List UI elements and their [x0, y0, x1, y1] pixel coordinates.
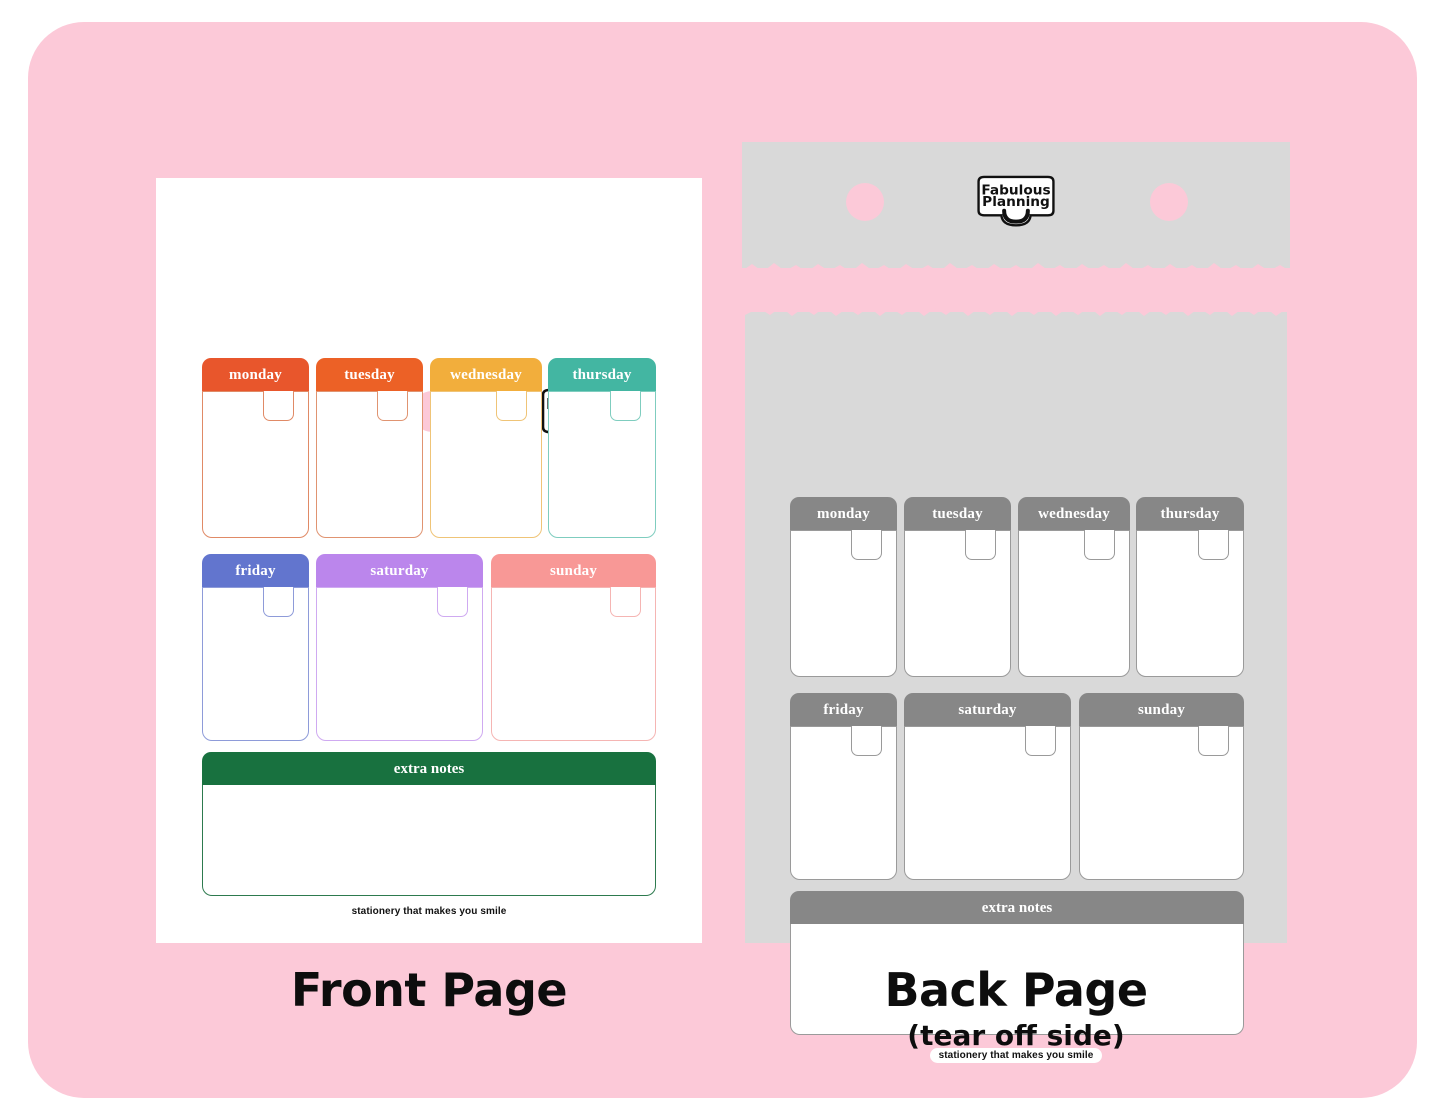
extra-notes-label: extra notes — [981, 899, 1053, 916]
day-card-thursday-back[interactable]: thursday — [1136, 497, 1244, 677]
day-card-notch — [851, 530, 882, 560]
day-card-header: saturday — [904, 693, 1071, 727]
day-card-body[interactable] — [316, 587, 483, 741]
front-page-sheet: Fabulous Planning monday tuesday wednesd… — [156, 178, 759, 943]
day-card-monday[interactable]: monday — [202, 358, 309, 538]
day-card-notch — [263, 587, 294, 617]
day-card-notch — [496, 391, 527, 421]
back-caption-subtext: (tear off side) — [907, 1019, 1125, 1052]
day-card-body[interactable] — [1018, 530, 1130, 677]
day-card-body[interactable] — [202, 587, 309, 741]
day-card-tuesday[interactable]: tuesday — [316, 358, 423, 538]
punch-hole-right — [1150, 183, 1188, 221]
day-card-body[interactable] — [202, 391, 309, 538]
day-card-notch — [377, 391, 408, 421]
day-card-header: thursday — [548, 358, 656, 392]
extra-notes-block[interactable]: extra notes — [202, 752, 656, 896]
day-card-body[interactable] — [1079, 726, 1244, 880]
back-page-sheet: Fabulous Planning monday tuesday wednesd… — [742, 142, 1290, 1063]
day-label: tuesday — [932, 505, 983, 522]
day-card-body[interactable] — [548, 391, 656, 538]
day-card-header: wednesday — [1018, 497, 1130, 531]
day-card-notch — [610, 391, 641, 421]
punch-hole-left — [846, 183, 884, 221]
day-card-notch — [1198, 530, 1229, 560]
day-card-notch — [1084, 530, 1115, 560]
day-label: monday — [817, 505, 870, 522]
front-tagline: stationery that makes you smile — [351, 906, 507, 917]
day-card-notch — [263, 391, 294, 421]
back-page-body: monday tuesday wednesday thursday friday… — [745, 296, 1287, 1063]
back-page-caption: Back Page (tear off side) — [742, 963, 1290, 1052]
day-card-body[interactable] — [790, 530, 897, 677]
day-card-wednesday-back[interactable]: wednesday — [1018, 497, 1130, 677]
back-caption-text: Back Page — [884, 963, 1148, 1017]
day-card-header: sunday — [491, 554, 656, 588]
day-card-header: tuesday — [316, 358, 423, 392]
day-card-tuesday-back[interactable]: tuesday — [904, 497, 1011, 677]
day-label: wednesday — [1038, 505, 1110, 522]
day-label: friday — [823, 701, 864, 718]
tear-edge-bottom — [745, 296, 1287, 320]
day-card-sunday[interactable]: sunday — [491, 554, 656, 741]
day-card-header: thursday — [1136, 497, 1244, 531]
day-card-header: monday — [202, 358, 309, 392]
day-card-notch — [610, 587, 641, 617]
day-label: sunday — [549, 562, 598, 579]
day-label: thursday — [572, 366, 632, 383]
day-card-notch — [851, 726, 882, 756]
day-card-saturday-back[interactable]: saturday — [904, 693, 1071, 880]
day-card-notch — [437, 587, 468, 617]
day-label: saturday — [370, 562, 429, 579]
tear-edge-top — [742, 260, 1290, 282]
day-label: sunday — [1137, 701, 1186, 718]
day-card-body[interactable] — [316, 391, 423, 538]
day-card-body[interactable] — [904, 726, 1071, 880]
day-card-monday-back[interactable]: monday — [790, 497, 897, 677]
day-card-friday-back[interactable]: friday — [790, 693, 897, 880]
day-card-header: monday — [790, 497, 897, 531]
day-card-header: sunday — [1079, 693, 1244, 727]
day-label: wednesday — [450, 366, 522, 383]
day-card-body[interactable] — [904, 530, 1011, 677]
day-label: monday — [229, 366, 282, 383]
day-label: friday — [235, 562, 276, 579]
extra-notes-writing-area[interactable] — [202, 785, 656, 896]
extra-notes-header: extra notes — [202, 752, 656, 786]
day-card-wednesday[interactable]: wednesday — [430, 358, 542, 538]
day-card-body[interactable] — [491, 587, 656, 741]
day-card-header: friday — [790, 693, 897, 727]
day-card-friday[interactable]: friday — [202, 554, 309, 741]
day-label: thursday — [1160, 505, 1220, 522]
day-card-sunday-back[interactable]: sunday — [1079, 693, 1244, 880]
brand-logo-back: Fabulous Planning — [974, 174, 1058, 231]
day-card-body[interactable] — [790, 726, 897, 880]
front-caption-text: Front Page — [290, 963, 568, 1017]
day-card-thursday[interactable]: thursday — [548, 358, 656, 538]
day-card-body[interactable] — [1136, 530, 1244, 677]
day-card-header: friday — [202, 554, 309, 588]
day-card-header: saturday — [316, 554, 483, 588]
front-page-caption: Front Page — [156, 963, 702, 1017]
day-card-saturday[interactable]: saturday — [316, 554, 483, 741]
back-page-top-strip: Fabulous Planning — [742, 142, 1290, 268]
extra-notes-label: extra notes — [393, 760, 465, 777]
day-label: saturday — [958, 701, 1017, 718]
day-card-notch — [1025, 726, 1056, 756]
day-label: tuesday — [344, 366, 395, 383]
day-card-notch — [1198, 726, 1229, 756]
svg-text:Planning: Planning — [982, 194, 1050, 210]
day-card-header: wednesday — [430, 358, 542, 392]
day-card-header: tuesday — [904, 497, 1011, 531]
day-card-notch — [965, 530, 996, 560]
extra-notes-header: extra notes — [790, 891, 1244, 925]
day-card-body[interactable] — [430, 391, 542, 538]
